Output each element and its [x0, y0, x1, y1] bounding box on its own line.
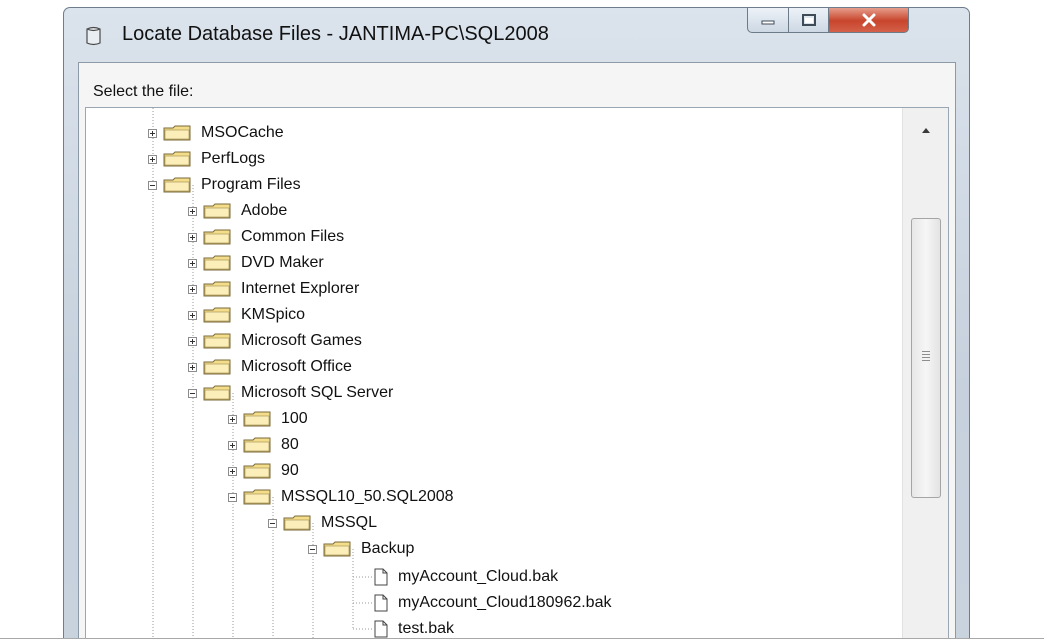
maximize-icon	[801, 13, 816, 26]
node-label: 90	[281, 462, 299, 479]
collapse-icon[interactable]	[148, 180, 157, 190]
dialog-window: Locate Database Files - JANTIMA-PC\SQL20…	[63, 7, 970, 639]
maximize-button[interactable]	[789, 8, 829, 33]
node-label: KMSpico	[241, 306, 306, 323]
minimize-icon	[761, 20, 775, 24]
dialog-body: Select the file: MSOCache PerfLogs Progr…	[78, 62, 956, 639]
folder-icon	[323, 541, 351, 557]
expand-icon[interactable]	[148, 154, 157, 164]
tree-node-file[interactable]: test.bak	[374, 617, 454, 639]
folder-icon	[203, 229, 231, 245]
tree-node-file[interactable]: myAccount_Cloud180962.bak	[374, 591, 611, 615]
node-label: PerfLogs	[201, 150, 266, 167]
tree-node[interactable]: Microsoft Office	[188, 355, 352, 379]
expand-icon[interactable]	[148, 128, 157, 138]
collapse-icon[interactable]	[268, 518, 277, 528]
tree-node[interactable]: Program Files	[148, 173, 301, 197]
tree-node[interactable]: Adobe	[188, 199, 287, 223]
node-label: DVD Maker	[241, 254, 324, 271]
expand-icon[interactable]	[188, 310, 197, 320]
folder-icon	[203, 333, 231, 349]
folder-icon	[163, 177, 191, 193]
tree-node[interactable]: Microsoft Games	[188, 329, 362, 353]
folder-icon	[243, 463, 271, 479]
node-label: MSOCache	[201, 124, 284, 141]
folder-icon	[243, 411, 271, 427]
expand-icon[interactable]	[188, 258, 197, 268]
node-label: MSSQL	[321, 514, 378, 531]
node-label: Program Files	[201, 176, 301, 193]
expand-icon[interactable]	[188, 232, 197, 242]
node-label: Backup	[361, 540, 415, 557]
tree-node[interactable]: 80	[228, 433, 299, 457]
expand-icon[interactable]	[228, 466, 237, 476]
file-tree[interactable]: MSOCache PerfLogs Program Files Adobe Co	[85, 107, 949, 639]
file-icon	[374, 594, 388, 612]
collapse-icon[interactable]	[308, 544, 317, 554]
node-label: MSSQL10_50.SQL2008	[281, 488, 454, 505]
expand-icon[interactable]	[188, 284, 197, 294]
folder-icon	[283, 515, 311, 531]
tree-node[interactable]: DVD Maker	[188, 251, 324, 275]
node-label: Internet Explorer	[241, 280, 360, 297]
expand-icon[interactable]	[228, 440, 237, 450]
tree-node[interactable]: 90	[228, 459, 299, 483]
expand-icon[interactable]	[188, 206, 197, 216]
node-label: myAccount_Cloud180962.bak	[398, 594, 612, 611]
expand-icon[interactable]	[188, 336, 197, 346]
window-title: Locate Database Files - JANTIMA-PC\SQL20…	[122, 23, 549, 45]
tree-node[interactable]: 100	[228, 407, 308, 431]
folder-icon	[163, 151, 191, 167]
title-bar[interactable]: Locate Database Files - JANTIMA-PC\SQL20…	[64, 8, 969, 62]
node-label: myAccount_Cloud.bak	[398, 568, 559, 585]
node-label: test.bak	[398, 620, 455, 637]
expand-icon[interactable]	[188, 362, 197, 372]
folder-icon	[203, 281, 231, 297]
node-label: Adobe	[241, 202, 288, 219]
folder-icon	[203, 203, 231, 219]
node-label: Microsoft Games	[241, 332, 362, 349]
collapse-icon[interactable]	[188, 388, 197, 398]
folder-icon	[203, 307, 231, 323]
select-file-label: Select the file:	[93, 83, 194, 100]
tree-node[interactable]: Internet Explorer	[188, 277, 359, 301]
folder-icon	[203, 255, 231, 271]
folder-icon	[203, 359, 231, 375]
tree-node[interactable]: MSSQL10_50.SQL2008	[228, 485, 454, 509]
grip-icon	[922, 351, 930, 363]
node-label: Microsoft SQL Server	[241, 384, 394, 401]
chevron-up-icon	[922, 128, 930, 133]
node-label: 80	[281, 436, 299, 453]
close-icon	[862, 13, 875, 26]
close-button[interactable]	[829, 8, 909, 33]
tree-node[interactable]: Backup	[308, 537, 414, 561]
tree-node[interactable]: KMSpico	[188, 303, 305, 327]
folder-icon	[163, 125, 191, 141]
tree-node[interactable]: Microsoft SQL Server	[188, 381, 393, 405]
node-label: Microsoft Office	[241, 358, 352, 375]
scroll-thumb[interactable]	[911, 218, 941, 498]
node-label: 100	[281, 410, 308, 427]
tree-node[interactable]: Common Files	[188, 225, 344, 249]
minimize-button[interactable]	[747, 8, 789, 33]
file-icon	[374, 568, 388, 586]
tree-node[interactable]: MSSQL	[268, 511, 377, 535]
folder-icon	[243, 489, 271, 505]
window-controls	[747, 8, 909, 33]
folder-icon	[203, 385, 231, 401]
database-icon	[86, 26, 101, 46]
folder-icon	[243, 437, 271, 453]
tree-node[interactable]: MSOCache	[148, 121, 284, 145]
scroll-up-button[interactable]	[903, 108, 948, 152]
tree-node[interactable]: PerfLogs	[148, 147, 265, 171]
collapse-icon[interactable]	[228, 492, 237, 502]
vertical-scrollbar[interactable]	[902, 108, 948, 639]
expand-icon[interactable]	[228, 414, 237, 424]
node-label: Common Files	[241, 228, 345, 245]
file-icon	[374, 620, 388, 638]
tree-node-file[interactable]: myAccount_Cloud.bak	[374, 565, 558, 589]
